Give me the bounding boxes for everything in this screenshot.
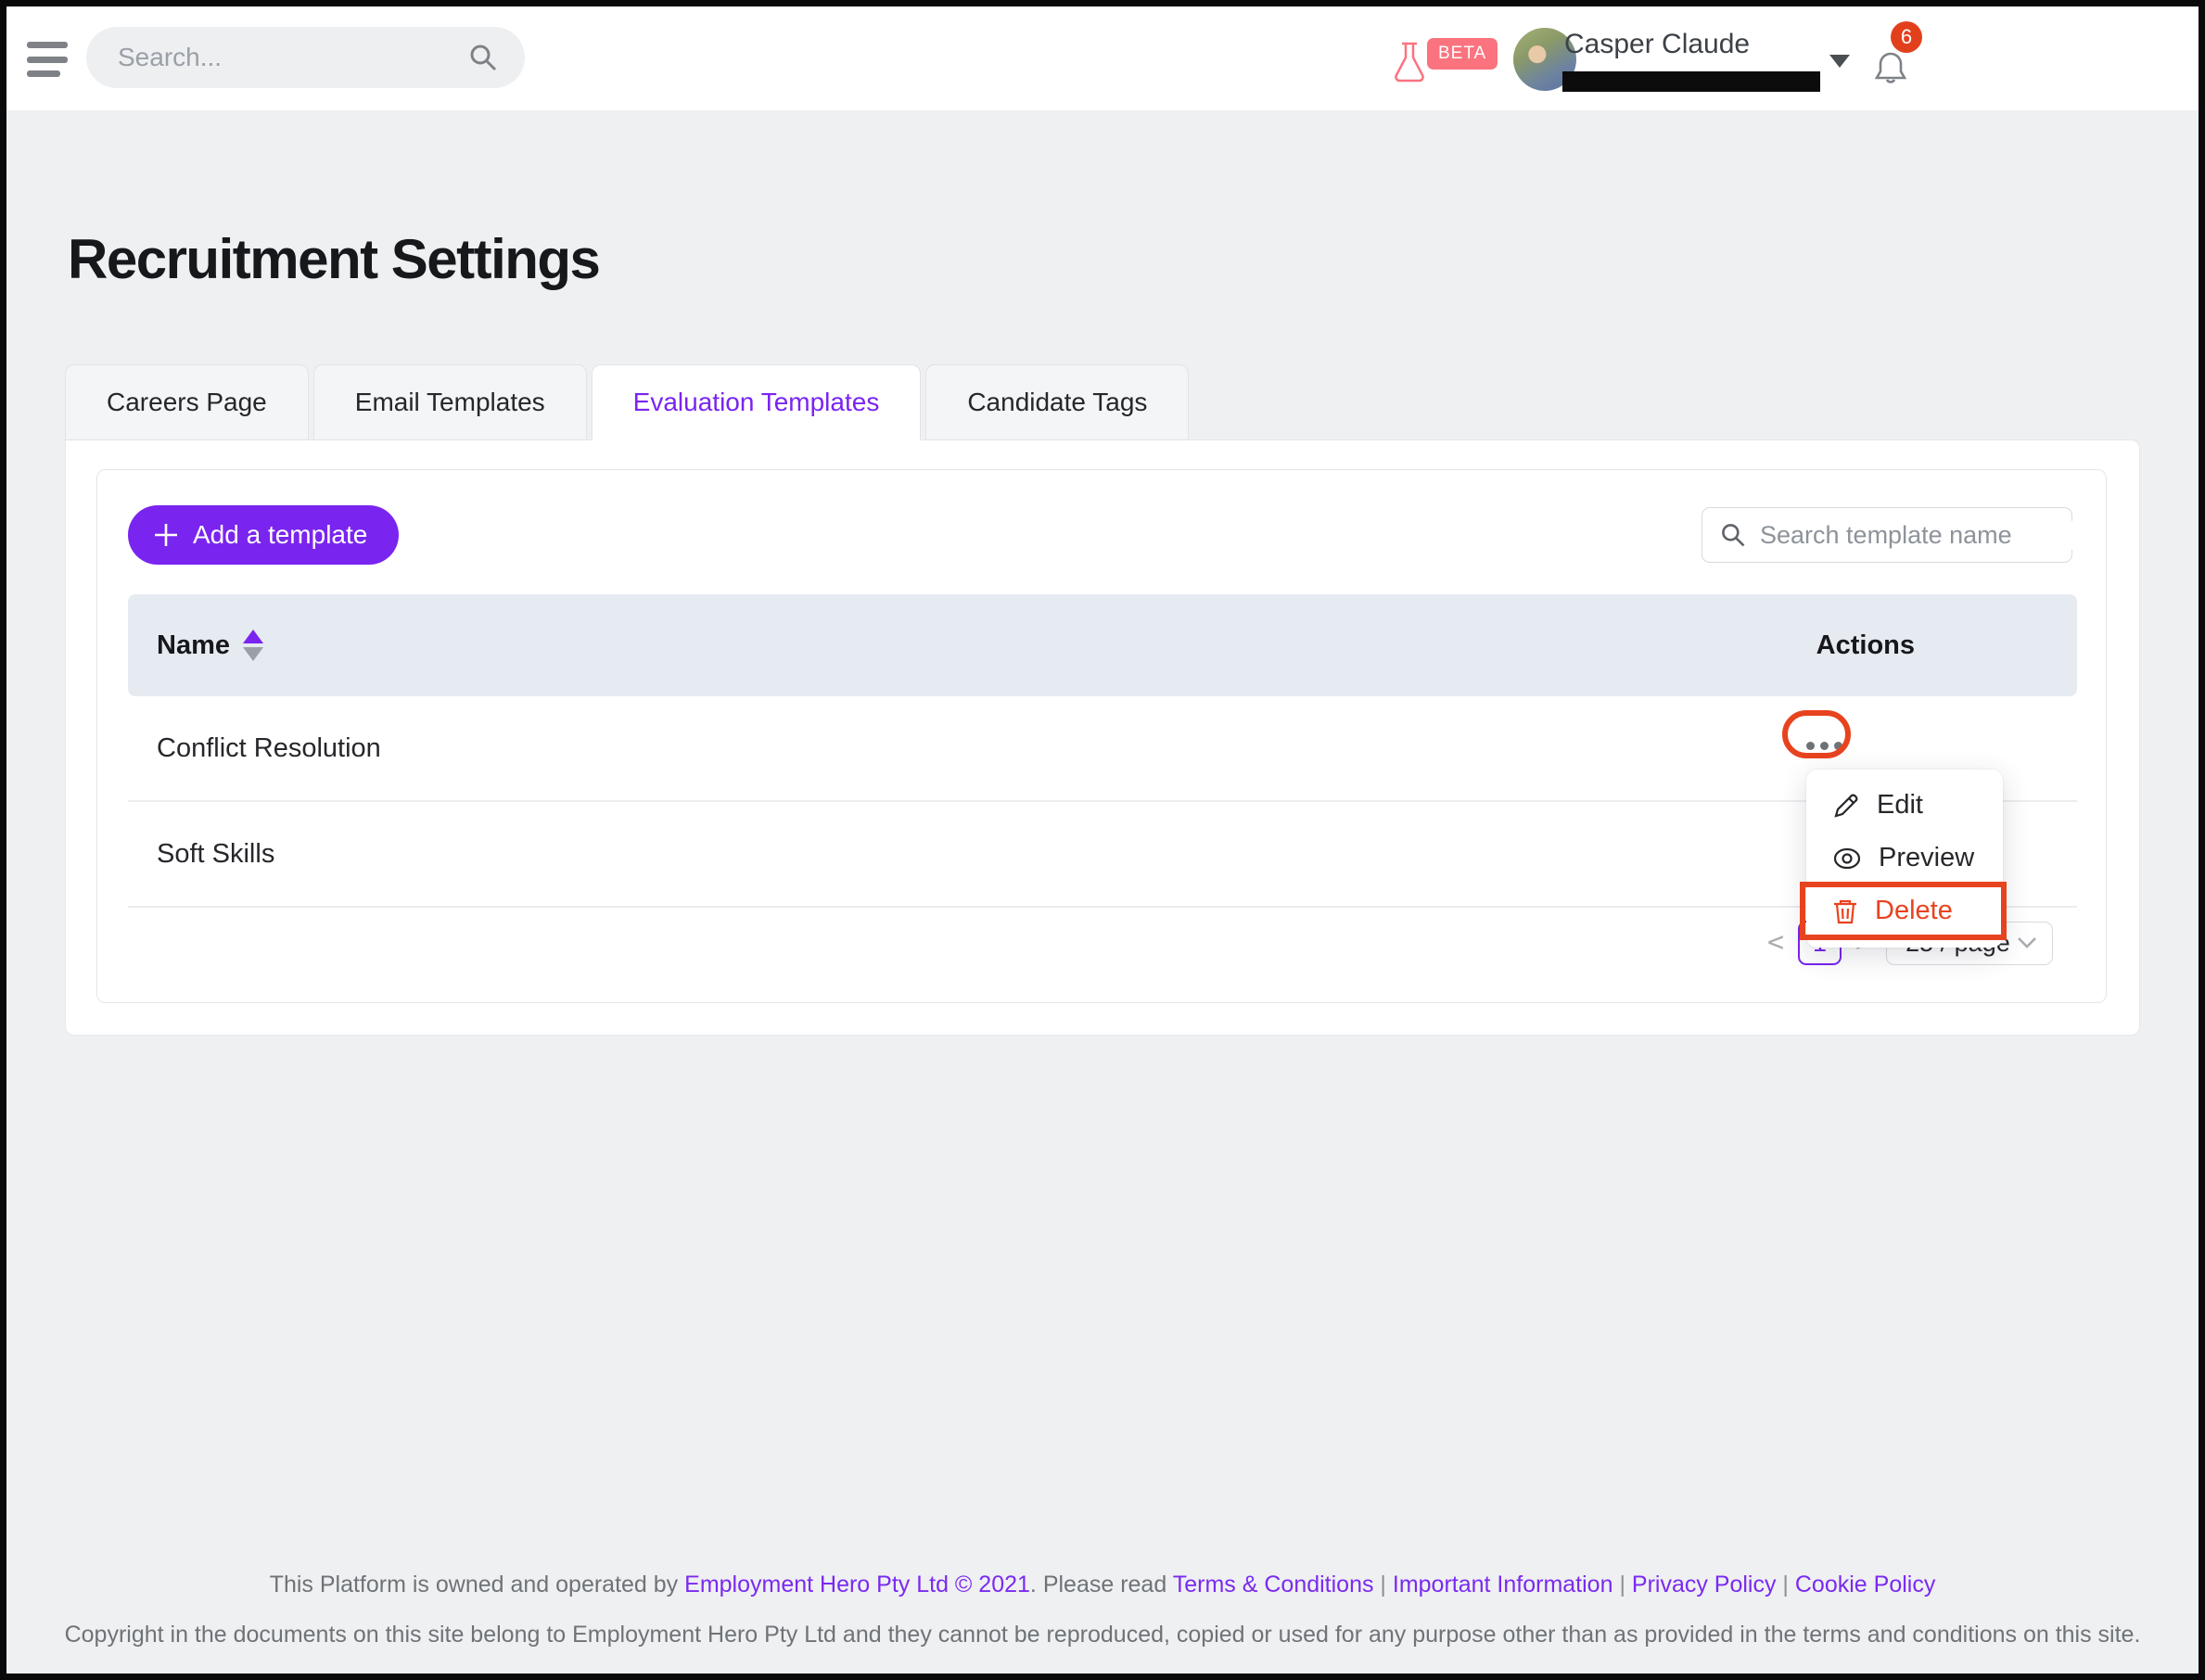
menu-item-delete[interactable]: Delete — [1806, 885, 2003, 937]
flask-beta-icon — [1391, 40, 1428, 83]
template-name: Soft Skills — [157, 838, 275, 869]
template-search[interactable] — [1702, 507, 2088, 563]
footer-legal-line: This Platform is owned and operated by E… — [6, 1572, 2199, 1598]
add-template-button[interactable]: Add a template — [128, 505, 400, 565]
footer-copyright-line: Copyright in the documents on this site … — [64, 1622, 2141, 1648]
user-menu-caret-icon[interactable] — [1829, 55, 1850, 68]
table-header-row: Name Actions — [128, 594, 2077, 696]
search-icon — [1719, 521, 1747, 549]
footer-text: This Platform is owned and operated by — [269, 1572, 685, 1597]
sort-desc-icon[interactable] — [243, 647, 263, 661]
footer-link-employment-hero[interactable]: Employment Hero Pty Ltd © 2021 — [684, 1572, 1030, 1597]
name-column-label: Name — [157, 630, 230, 660]
global-search-input[interactable] — [118, 43, 467, 72]
user-name: Casper Claude — [1564, 29, 1751, 59]
menu-item-preview[interactable]: Preview — [1806, 832, 2003, 885]
tab-email-templates[interactable]: Email Templates — [312, 364, 587, 440]
menu-item-label: Delete — [1875, 896, 1953, 925]
notification-bell-icon[interactable] — [1872, 49, 1909, 88]
template-search-input[interactable] — [1760, 520, 2088, 550]
sort-asc-icon[interactable] — [243, 630, 263, 643]
row-actions-ellipsis-button[interactable] — [1793, 724, 1854, 767]
search-icon — [467, 42, 499, 73]
footer-link-terms[interactable]: Terms & Conditions — [1173, 1572, 1374, 1597]
sort-toggle[interactable] — [243, 630, 263, 661]
menu-item-label: Edit — [1877, 790, 1923, 820]
footer-separator: | — [1373, 1572, 1393, 1597]
column-header-name[interactable]: Name — [157, 594, 263, 696]
menu-item-label: Preview — [1879, 843, 1975, 872]
plus-icon — [152, 521, 180, 549]
footer-link-privacy-policy[interactable]: Privacy Policy — [1632, 1572, 1777, 1597]
menu-item-edit[interactable]: Edit — [1806, 779, 2003, 832]
add-template-label: Add a template — [193, 520, 368, 549]
table-row: Conflict Resolution — [128, 696, 2077, 802]
settings-tabs: Careers Page Email Templates Evaluation … — [65, 364, 1193, 440]
trash-icon — [1832, 897, 1858, 925]
beta-badge: BETA — [1427, 38, 1498, 70]
app-window: BETA Casper Claude 6 Recruitment Setting… — [0, 0, 2205, 1680]
table-row: Soft Skills — [128, 802, 2077, 908]
global-search[interactable] — [86, 27, 525, 88]
top-bar: BETA Casper Claude 6 — [6, 6, 2199, 110]
chevron-down-icon — [2017, 936, 2037, 949]
redacted-email — [1562, 71, 1820, 92]
tab-evaluation-templates[interactable]: Evaluation Templates — [591, 364, 922, 440]
page-title: Recruitment Settings — [68, 228, 601, 290]
tab-careers-page[interactable]: Careers Page — [65, 364, 309, 440]
hamburger-menu-icon[interactable] — [27, 42, 68, 77]
pencil-icon — [1832, 792, 1860, 820]
column-header-actions: Actions — [1816, 630, 1915, 660]
footer-text: . Please read — [1029, 1572, 1173, 1597]
previous-page-button[interactable]: < — [1767, 929, 1784, 957]
tab-candidate-tags[interactable]: Candidate Tags — [925, 364, 1190, 440]
eye-icon — [1832, 845, 1862, 872]
footer-separator: | — [1612, 1572, 1632, 1597]
footer-separator: | — [1776, 1572, 1795, 1597]
footer-link-cookie-policy[interactable]: Cookie Policy — [1795, 1572, 1935, 1597]
template-name: Conflict Resolution — [157, 732, 381, 763]
footer-link-important-information[interactable]: Important Information — [1393, 1572, 1613, 1597]
row-actions-menu: Edit Preview Delete — [1806, 770, 2003, 948]
notification-count-badge[interactable]: 6 — [1891, 21, 1922, 53]
